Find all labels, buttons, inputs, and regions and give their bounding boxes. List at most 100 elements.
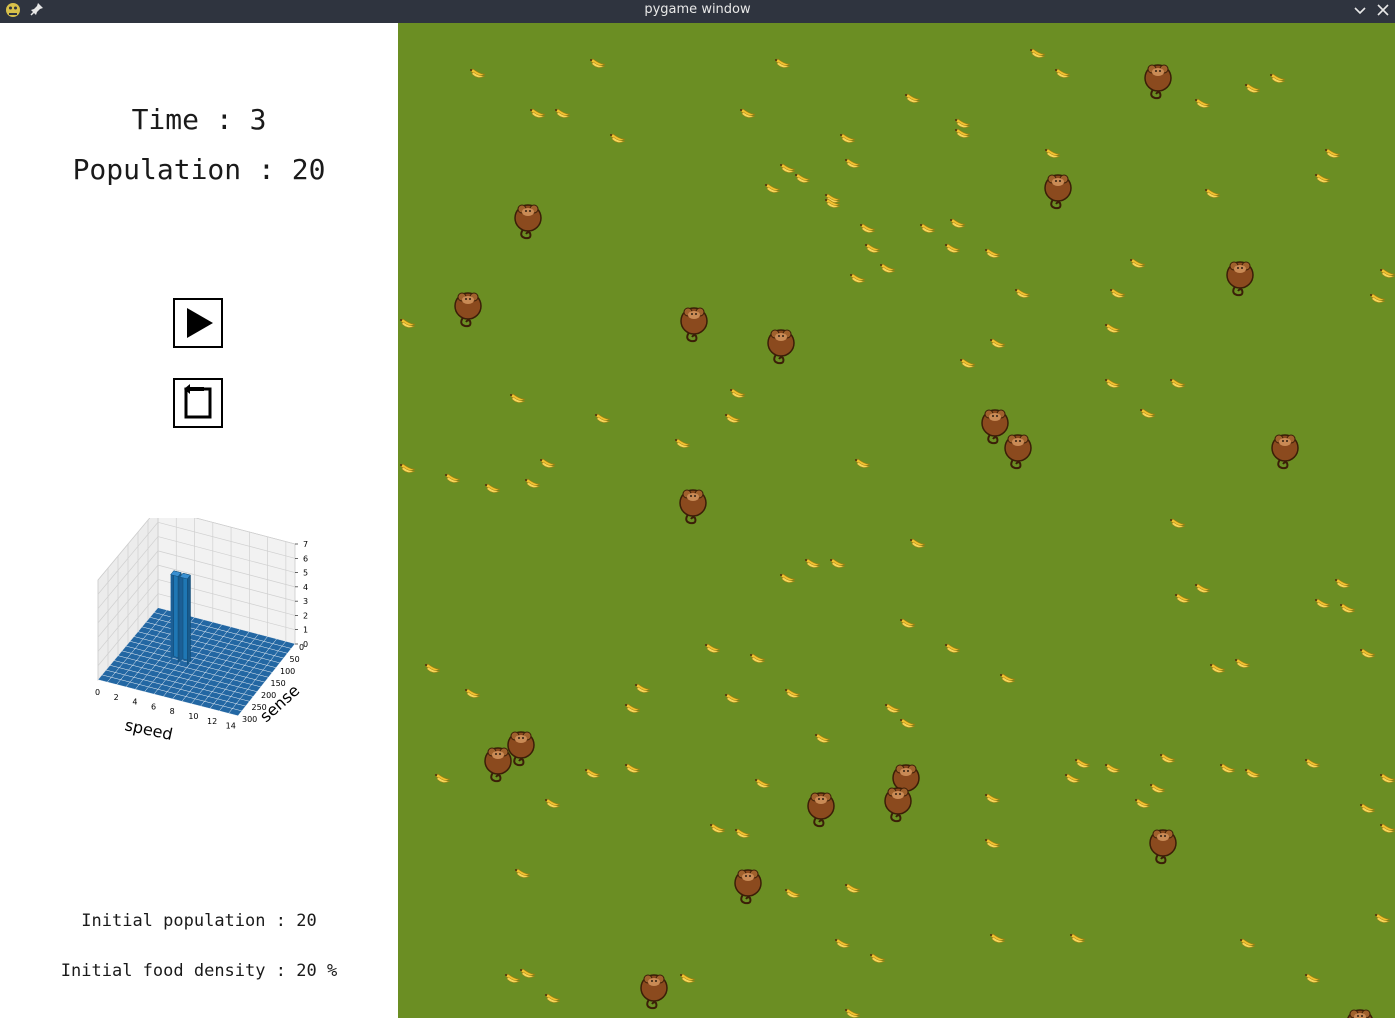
monkey-icon — [507, 731, 535, 767]
monkey-icon — [807, 792, 835, 828]
banana-icon — [990, 338, 1006, 348]
banana-icon — [540, 458, 556, 468]
banana-icon — [955, 128, 971, 138]
population-separator: : — [258, 153, 275, 186]
banana-icon — [590, 58, 606, 68]
banana-icon — [870, 953, 886, 963]
banana-icon — [545, 993, 561, 1003]
simulation-field[interactable] — [398, 23, 1395, 1018]
monkey-icon — [454, 292, 482, 328]
initial-population-readout: Initial population : 20 — [0, 911, 398, 931]
banana-icon — [920, 223, 936, 233]
banana-icon — [1220, 763, 1236, 773]
banana-icon — [400, 463, 416, 473]
z-tick-label: 1 — [303, 626, 308, 635]
window-title: pygame window — [644, 2, 751, 17]
initial-population-separator: : — [275, 911, 286, 931]
banana-icon — [740, 108, 756, 118]
banana-icon — [635, 683, 651, 693]
z-tick-label: 5 — [303, 569, 308, 578]
banana-icon — [425, 663, 441, 673]
y-tick-label: 50 — [290, 655, 300, 664]
banana-icon — [900, 718, 916, 728]
banana-icon — [1305, 758, 1321, 768]
population-readout: Population : 20 — [0, 153, 398, 186]
banana-icon — [465, 688, 481, 698]
play-icon — [187, 308, 213, 338]
banana-icon — [1315, 173, 1331, 183]
reset-icon — [184, 384, 212, 419]
banana-icon — [945, 643, 961, 653]
banana-icon — [1150, 783, 1166, 793]
banana-icon — [960, 358, 976, 368]
banana-icon — [775, 58, 791, 68]
banana-icon — [610, 133, 626, 143]
banana-icon — [545, 798, 561, 808]
banana-icon — [1130, 258, 1146, 268]
banana-icon — [1045, 148, 1061, 158]
banana-icon — [680, 973, 696, 983]
banana-icon — [525, 478, 541, 488]
banana-icon — [1015, 288, 1031, 298]
x-tick-label: 8 — [170, 707, 175, 716]
banana-icon — [485, 483, 501, 493]
time-separator: : — [215, 103, 233, 136]
z-tick-label: 2 — [303, 611, 308, 620]
banana-icon — [1175, 593, 1191, 603]
banana-icon — [520, 968, 536, 978]
banana-icon — [880, 263, 896, 273]
banana-icon — [860, 223, 876, 233]
banana-icon — [835, 938, 851, 948]
banana-icon — [780, 573, 796, 583]
banana-icon — [1235, 658, 1251, 668]
x-tick-label: 14 — [226, 722, 236, 731]
time-value: 3 — [249, 103, 267, 136]
banana-icon — [985, 838, 1001, 848]
time-readout: Time : 3 — [0, 103, 398, 136]
banana-icon — [1160, 753, 1176, 763]
banana-icon — [1360, 803, 1376, 813]
banana-icon — [840, 133, 856, 143]
reset-button[interactable] — [173, 378, 223, 428]
banana-icon — [675, 438, 691, 448]
banana-icon — [515, 868, 531, 878]
x-tick-label: 10 — [188, 712, 198, 721]
z-tick-label: 4 — [303, 583, 308, 592]
banana-icon — [885, 703, 901, 713]
play-button[interactable] — [173, 298, 223, 348]
banana-icon — [945, 243, 961, 253]
banana-icon — [585, 768, 601, 778]
banana-icon — [1245, 768, 1261, 778]
banana-icon — [845, 1008, 861, 1018]
banana-icon — [985, 793, 1001, 803]
initial-food-density-separator: : — [275, 961, 286, 981]
x-axis-label: speed — [123, 715, 174, 743]
field-canvas — [400, 48, 1395, 1018]
x-tick-label: 0 — [95, 688, 100, 697]
monkey-icon — [679, 489, 707, 525]
stats-sidebar: Time : 3 Population : 20 0 1 2 3 4 5 6 7 0 2 4 6 8 10… — [0, 23, 398, 1018]
banana-icon — [1075, 758, 1091, 768]
banana-icon — [845, 883, 861, 893]
y-tick-label: 300 — [242, 715, 257, 724]
banana-icon — [505, 973, 521, 983]
monkey-icon — [1226, 261, 1254, 297]
banana-icon — [795, 173, 811, 183]
monkey-icon — [981, 409, 1009, 445]
speed-sense-3d-histogram: 0123456702468101214050100150200250300 sp… — [95, 518, 308, 743]
chevron-down-icon[interactable] — [1353, 3, 1367, 17]
banana-icon — [625, 703, 641, 713]
banana-icon — [1380, 823, 1395, 833]
banana-icon — [955, 118, 971, 128]
banana-icon — [1370, 293, 1386, 303]
close-icon[interactable] — [1376, 3, 1390, 17]
banana-icon — [625, 763, 641, 773]
monkey-icon — [1044, 174, 1072, 210]
z-tick-label: 3 — [303, 597, 308, 606]
banana-icon — [1375, 913, 1391, 923]
x-tick-label: 4 — [132, 698, 137, 707]
banana-icon — [1270, 73, 1286, 83]
banana-icon — [1170, 518, 1186, 528]
initial-food-density-value: 20 % — [296, 961, 338, 981]
banana-icon — [1240, 938, 1256, 948]
